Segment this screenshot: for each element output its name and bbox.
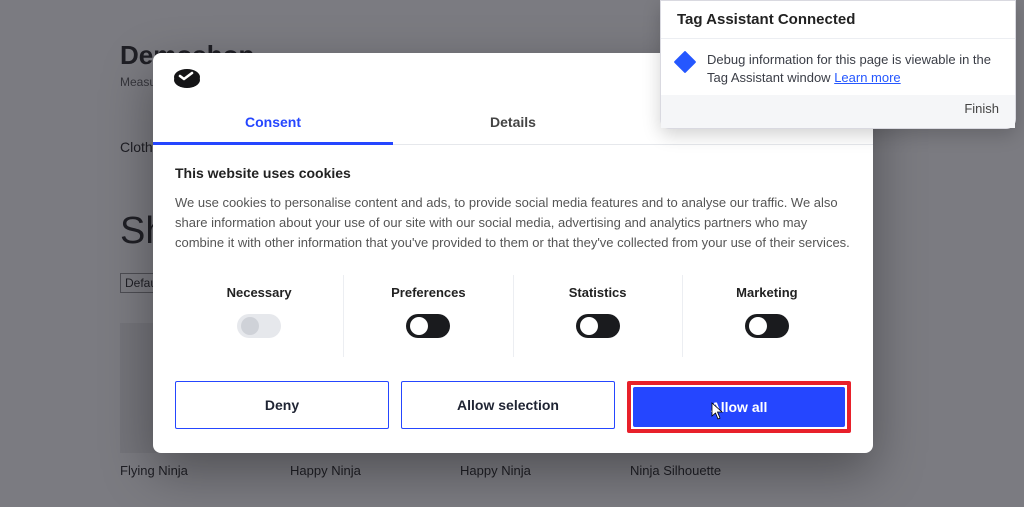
tab-consent[interactable]: Consent [153,102,393,144]
consent-buttons: Deny Allow selection Allow all [153,381,873,453]
toggle-necessary [237,314,281,338]
category-label: Statistics [514,285,682,300]
tag-manager-icon [674,51,697,74]
toggle-marketing[interactable] [745,314,789,338]
toggle-preferences[interactable] [406,314,450,338]
category-preferences: Preferences [344,275,513,357]
toggle-statistics[interactable] [576,314,620,338]
category-marketing: Marketing [683,275,851,357]
category-label: Marketing [683,285,851,300]
allow-all-button[interactable]: Allow all [633,387,845,427]
tag-assistant-title: Tag Assistant Connected [661,1,1015,38]
allow-all-highlight: Allow all [627,381,851,433]
cookiebot-icon [171,67,203,89]
category-necessary: Necessary [175,275,344,357]
deny-button[interactable]: Deny [175,381,389,429]
consent-body: We use cookies to personalise content an… [175,193,851,253]
consent-categories: Necessary Preferences Statistics Marketi… [175,275,851,357]
finish-button[interactable]: Finish [661,95,1015,128]
category-label: Necessary [175,285,343,300]
tag-assistant-body: Debug information for this page is viewa… [661,39,1015,95]
consent-content: This website uses cookies We use cookies… [153,145,873,381]
category-statistics: Statistics [514,275,683,357]
tag-assistant-panel: Tag Assistant Connected Debug informatio… [660,0,1016,129]
learn-more-link[interactable]: Learn more [834,70,900,85]
allow-selection-button[interactable]: Allow selection [401,381,615,429]
tab-details[interactable]: Details [393,102,633,144]
consent-heading: This website uses cookies [175,165,851,181]
category-label: Preferences [344,285,512,300]
